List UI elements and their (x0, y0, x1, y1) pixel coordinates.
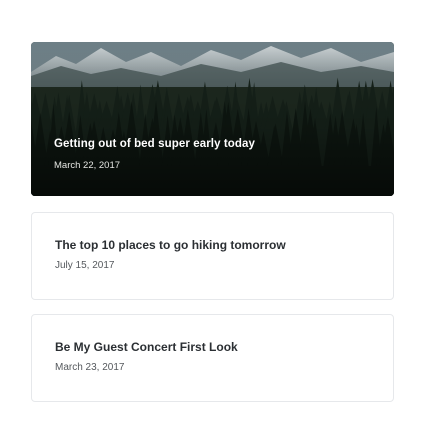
post-title[interactable]: The top 10 places to go hiking tomorrow (55, 238, 373, 253)
post-card[interactable]: The top 10 places to go hiking tomorrow … (31, 212, 394, 300)
featured-post-text: Getting out of bed super early today Mar… (54, 137, 374, 172)
post-text: Be My Guest Concert First Look March 23,… (55, 340, 373, 374)
post-title[interactable]: Be My Guest Concert First Look (55, 340, 373, 355)
post-text: The top 10 places to go hiking tomorrow … (55, 238, 373, 272)
post-title[interactable]: Getting out of bed super early today (54, 137, 374, 151)
featured-post-card[interactable]: Getting out of bed super early today Mar… (31, 42, 394, 196)
post-date: March 22, 2017 (54, 160, 121, 171)
post-date: July 15, 2017 (55, 260, 115, 271)
post-date: March 23, 2017 (55, 362, 125, 373)
post-list: Getting out of bed super early today Mar… (31, 42, 394, 402)
mountain-forest-image (31, 42, 394, 196)
post-card[interactable]: Be My Guest Concert First Look March 23,… (31, 314, 394, 402)
